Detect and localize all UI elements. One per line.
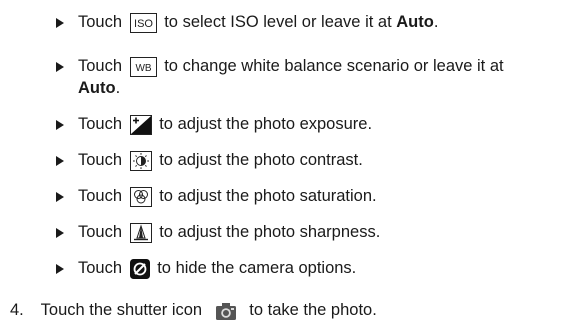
iso-icon: ISO [129,13,157,33]
item-prefix: Touch [78,187,123,205]
svg-text:ISO: ISO [134,18,153,30]
item-bold: Auto [78,79,116,97]
bullet-arrow [56,120,64,130]
step-number: 4. [10,301,24,319]
list-item-continuation: Auto. [78,79,121,97]
item-prefix: Touch [78,259,123,277]
item-suffix: to change white balance scenario or leav… [164,57,504,75]
shutter-icon [215,302,237,321]
item-bold: Auto [396,13,434,31]
step-item: 4. Touch the shutter icon to take the ph… [10,300,377,321]
bullet-arrow [56,228,64,238]
step-prefix: Touch the shutter icon [40,301,203,319]
white-balance-icon: WB [129,57,157,77]
item-prefix: Touch [78,57,123,75]
item-suffix: to adjust the photo sharpness. [159,223,381,241]
bullet-arrow [56,156,64,166]
bullet-arrow [56,62,64,72]
bullet-arrow [56,192,64,202]
bullet-arrow [56,18,64,28]
hide-options-icon [129,259,150,279]
item-suffix: to adjust the photo contrast. [159,151,363,169]
item-prefix: Touch [78,115,123,133]
exposure-icon [129,115,152,135]
item-prefix: Touch [78,151,123,169]
item-prefix: Touch [78,223,123,241]
step-suffix: to take the photo. [249,301,377,319]
svg-text:WB: WB [135,63,151,74]
bullet-arrow [56,264,64,274]
item-suffix: to adjust the photo saturation. [159,187,377,205]
sharpness-icon [129,223,152,243]
item-suffix: to adjust the photo exposure. [159,115,373,133]
item-suffix: to select ISO level or leave it at [164,13,392,31]
saturation-icon [129,187,152,207]
item-suffix: to hide the camera options. [157,259,357,277]
item-prefix: Touch [78,13,123,31]
contrast-icon [129,151,152,171]
